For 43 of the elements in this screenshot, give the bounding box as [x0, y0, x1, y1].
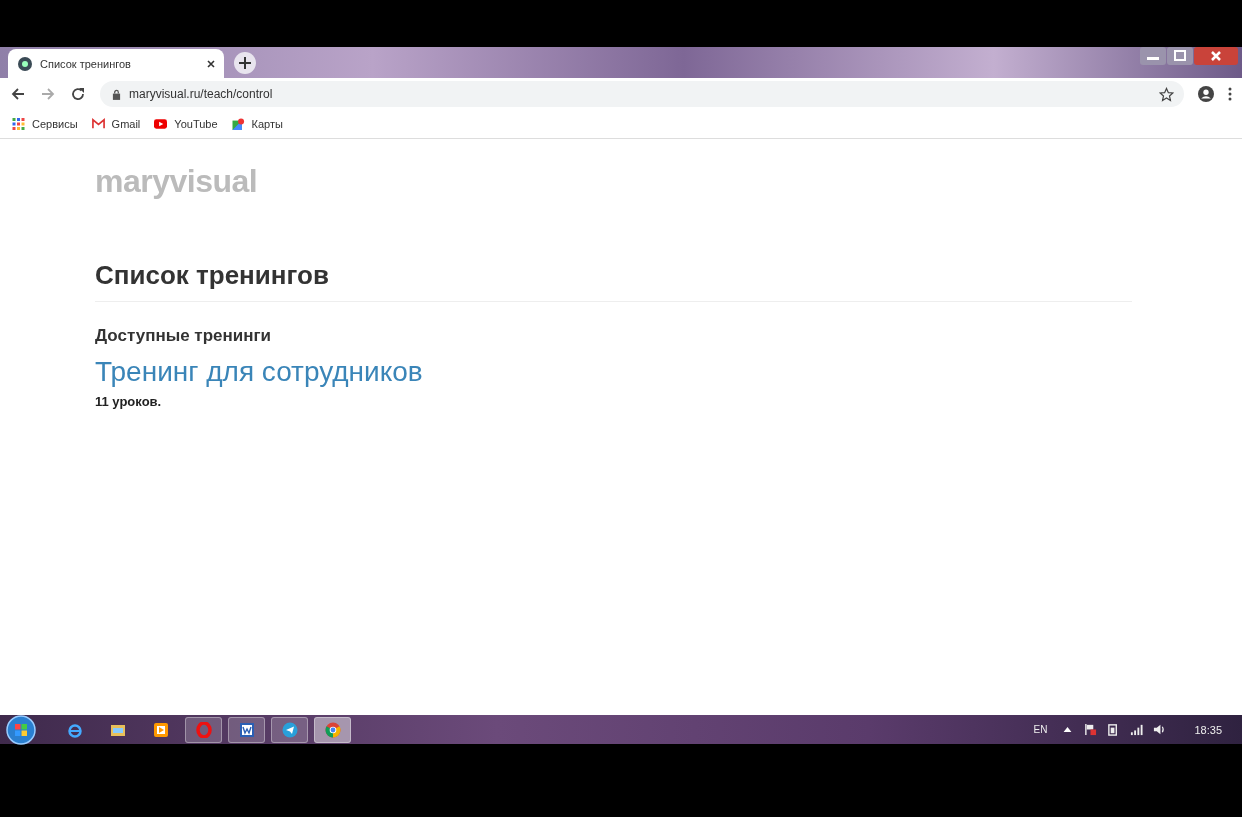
- new-tab-icon[interactable]: [234, 52, 256, 74]
- taskbar-button[interactable]: [314, 716, 351, 743]
- url-text: maryvisual.ru/teach/control: [129, 87, 273, 101]
- play-button-icon: [154, 118, 168, 130]
- reload-icon[interactable]: [70, 86, 86, 102]
- address-bar[interactable]: maryvisual.ru/teach/control: [100, 81, 1184, 107]
- menu-icon[interactable]: [1228, 87, 1232, 101]
- play-icon: [152, 721, 169, 738]
- letter-e-icon: [66, 721, 83, 738]
- envelope-m-icon: [91, 118, 105, 130]
- close-icon[interactable]: [206, 58, 216, 69]
- start-orb-icon[interactable]: [6, 714, 36, 745]
- section-heading: Доступные тренинги: [95, 326, 272, 346]
- tab-title: Список тренингов: [40, 57, 132, 70]
- profile-icon[interactable]: [1198, 86, 1214, 102]
- training-link[interactable]: Тренинг для сотрудников: [95, 356, 423, 388]
- browser-tab[interactable]: Список тренингов: [8, 49, 224, 78]
- close-window-icon[interactable]: [1194, 47, 1238, 65]
- maximize-icon[interactable]: [1167, 47, 1193, 65]
- flag-icon[interactable]: [1084, 723, 1098, 736]
- paper-plane-icon: [281, 721, 298, 738]
- map-pin-icon: [231, 118, 245, 130]
- speaker-icon[interactable]: [1153, 723, 1167, 736]
- lock-icon: [112, 88, 121, 100]
- lessons-count: 11 уроков.: [95, 394, 162, 409]
- page-heading: Список тренингов: [95, 260, 1132, 302]
- document-w-icon: [238, 721, 255, 738]
- signal-icon[interactable]: [1130, 723, 1144, 736]
- bookmark-item[interactable]: YouTube: [154, 118, 218, 130]
- language-indicator[interactable]: EN: [1033, 724, 1048, 735]
- browser-icon: [324, 721, 341, 738]
- bookmark-item[interactable]: Сервисы: [12, 118, 78, 130]
- back-arrow-icon[interactable]: [10, 86, 26, 102]
- ring-icon: [195, 721, 212, 738]
- clock[interactable]: 18:35: [1194, 723, 1222, 736]
- site-logo-icon: [18, 56, 32, 71]
- taskbar-button[interactable]: [271, 716, 308, 743]
- star-icon[interactable]: [1159, 86, 1174, 102]
- bookmark-item[interactable]: Карты: [231, 118, 283, 130]
- apps-grid-icon: [12, 118, 25, 130]
- bookmark-item[interactable]: Gmail: [91, 118, 141, 130]
- taskbar-button[interactable]: [228, 716, 265, 743]
- minimize-icon[interactable]: [1140, 47, 1166, 65]
